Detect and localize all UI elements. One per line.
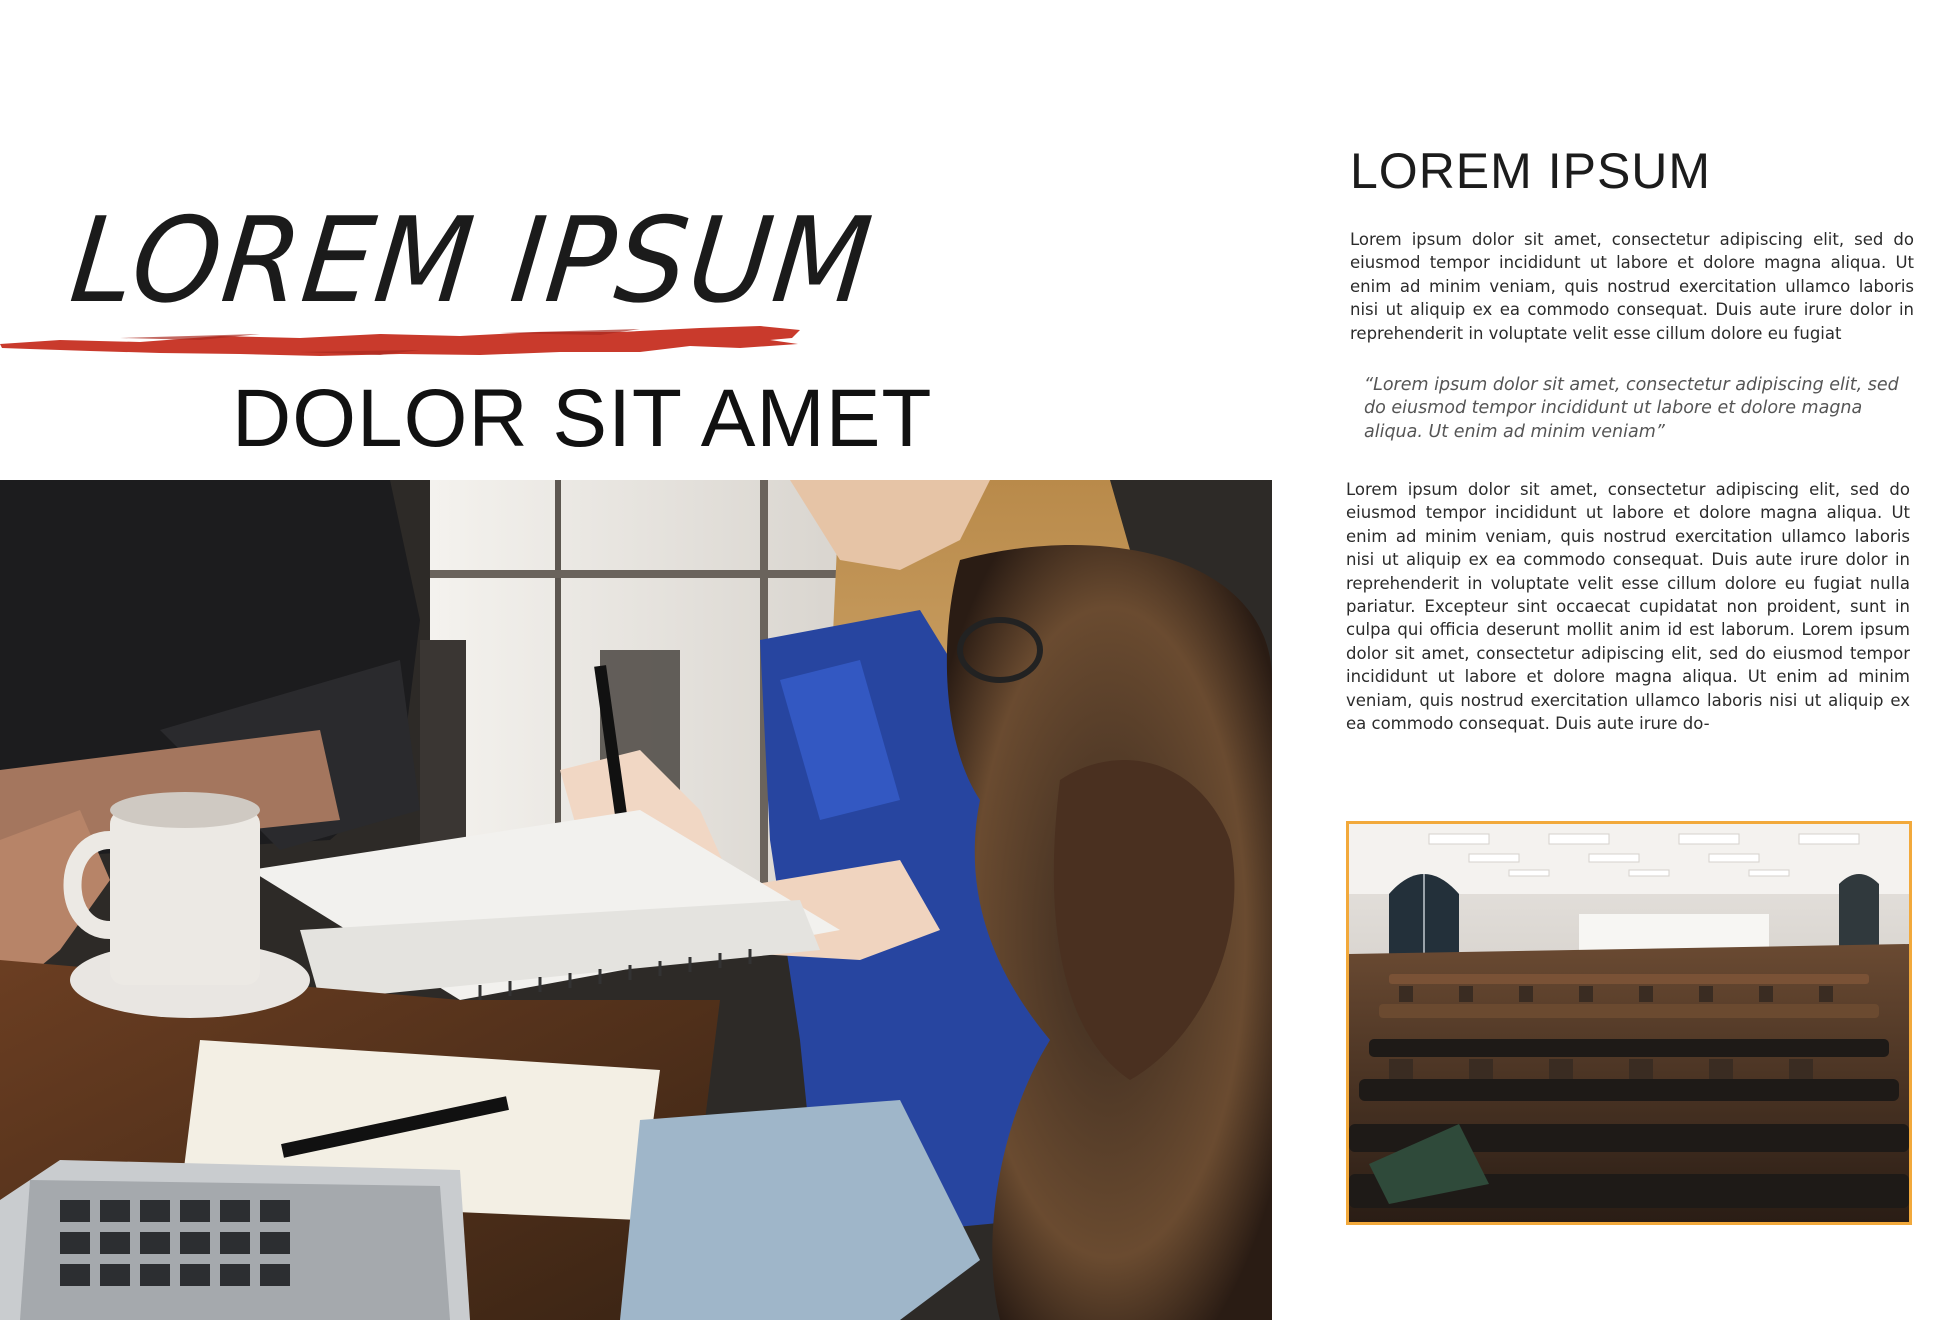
red-brush-stroke: [0, 326, 800, 356]
right-heading: LOREM IPSUM: [1350, 143, 1712, 199]
students-studying-photo: [0, 480, 1272, 1320]
body-paragraph-1: Lorem ipsum dolor sit amet, consectetur …: [1350, 230, 1914, 343]
subtitle: DOLOR SIT AMET: [232, 373, 933, 464]
magazine-spread: LOREM IPSUM DOLOR SIT AMET LOREM IPSUM L…: [0, 0, 1958, 1320]
script-title: LOREM IPSUM: [64, 192, 880, 330]
pull-quote: “Lorem ipsum dolor sit amet, consectetur…: [1364, 375, 1899, 442]
lecture-hall-photo: [1346, 821, 1912, 1225]
body-paragraph-2: Lorem ipsum dolor sit amet, consectetur …: [1346, 480, 1910, 734]
